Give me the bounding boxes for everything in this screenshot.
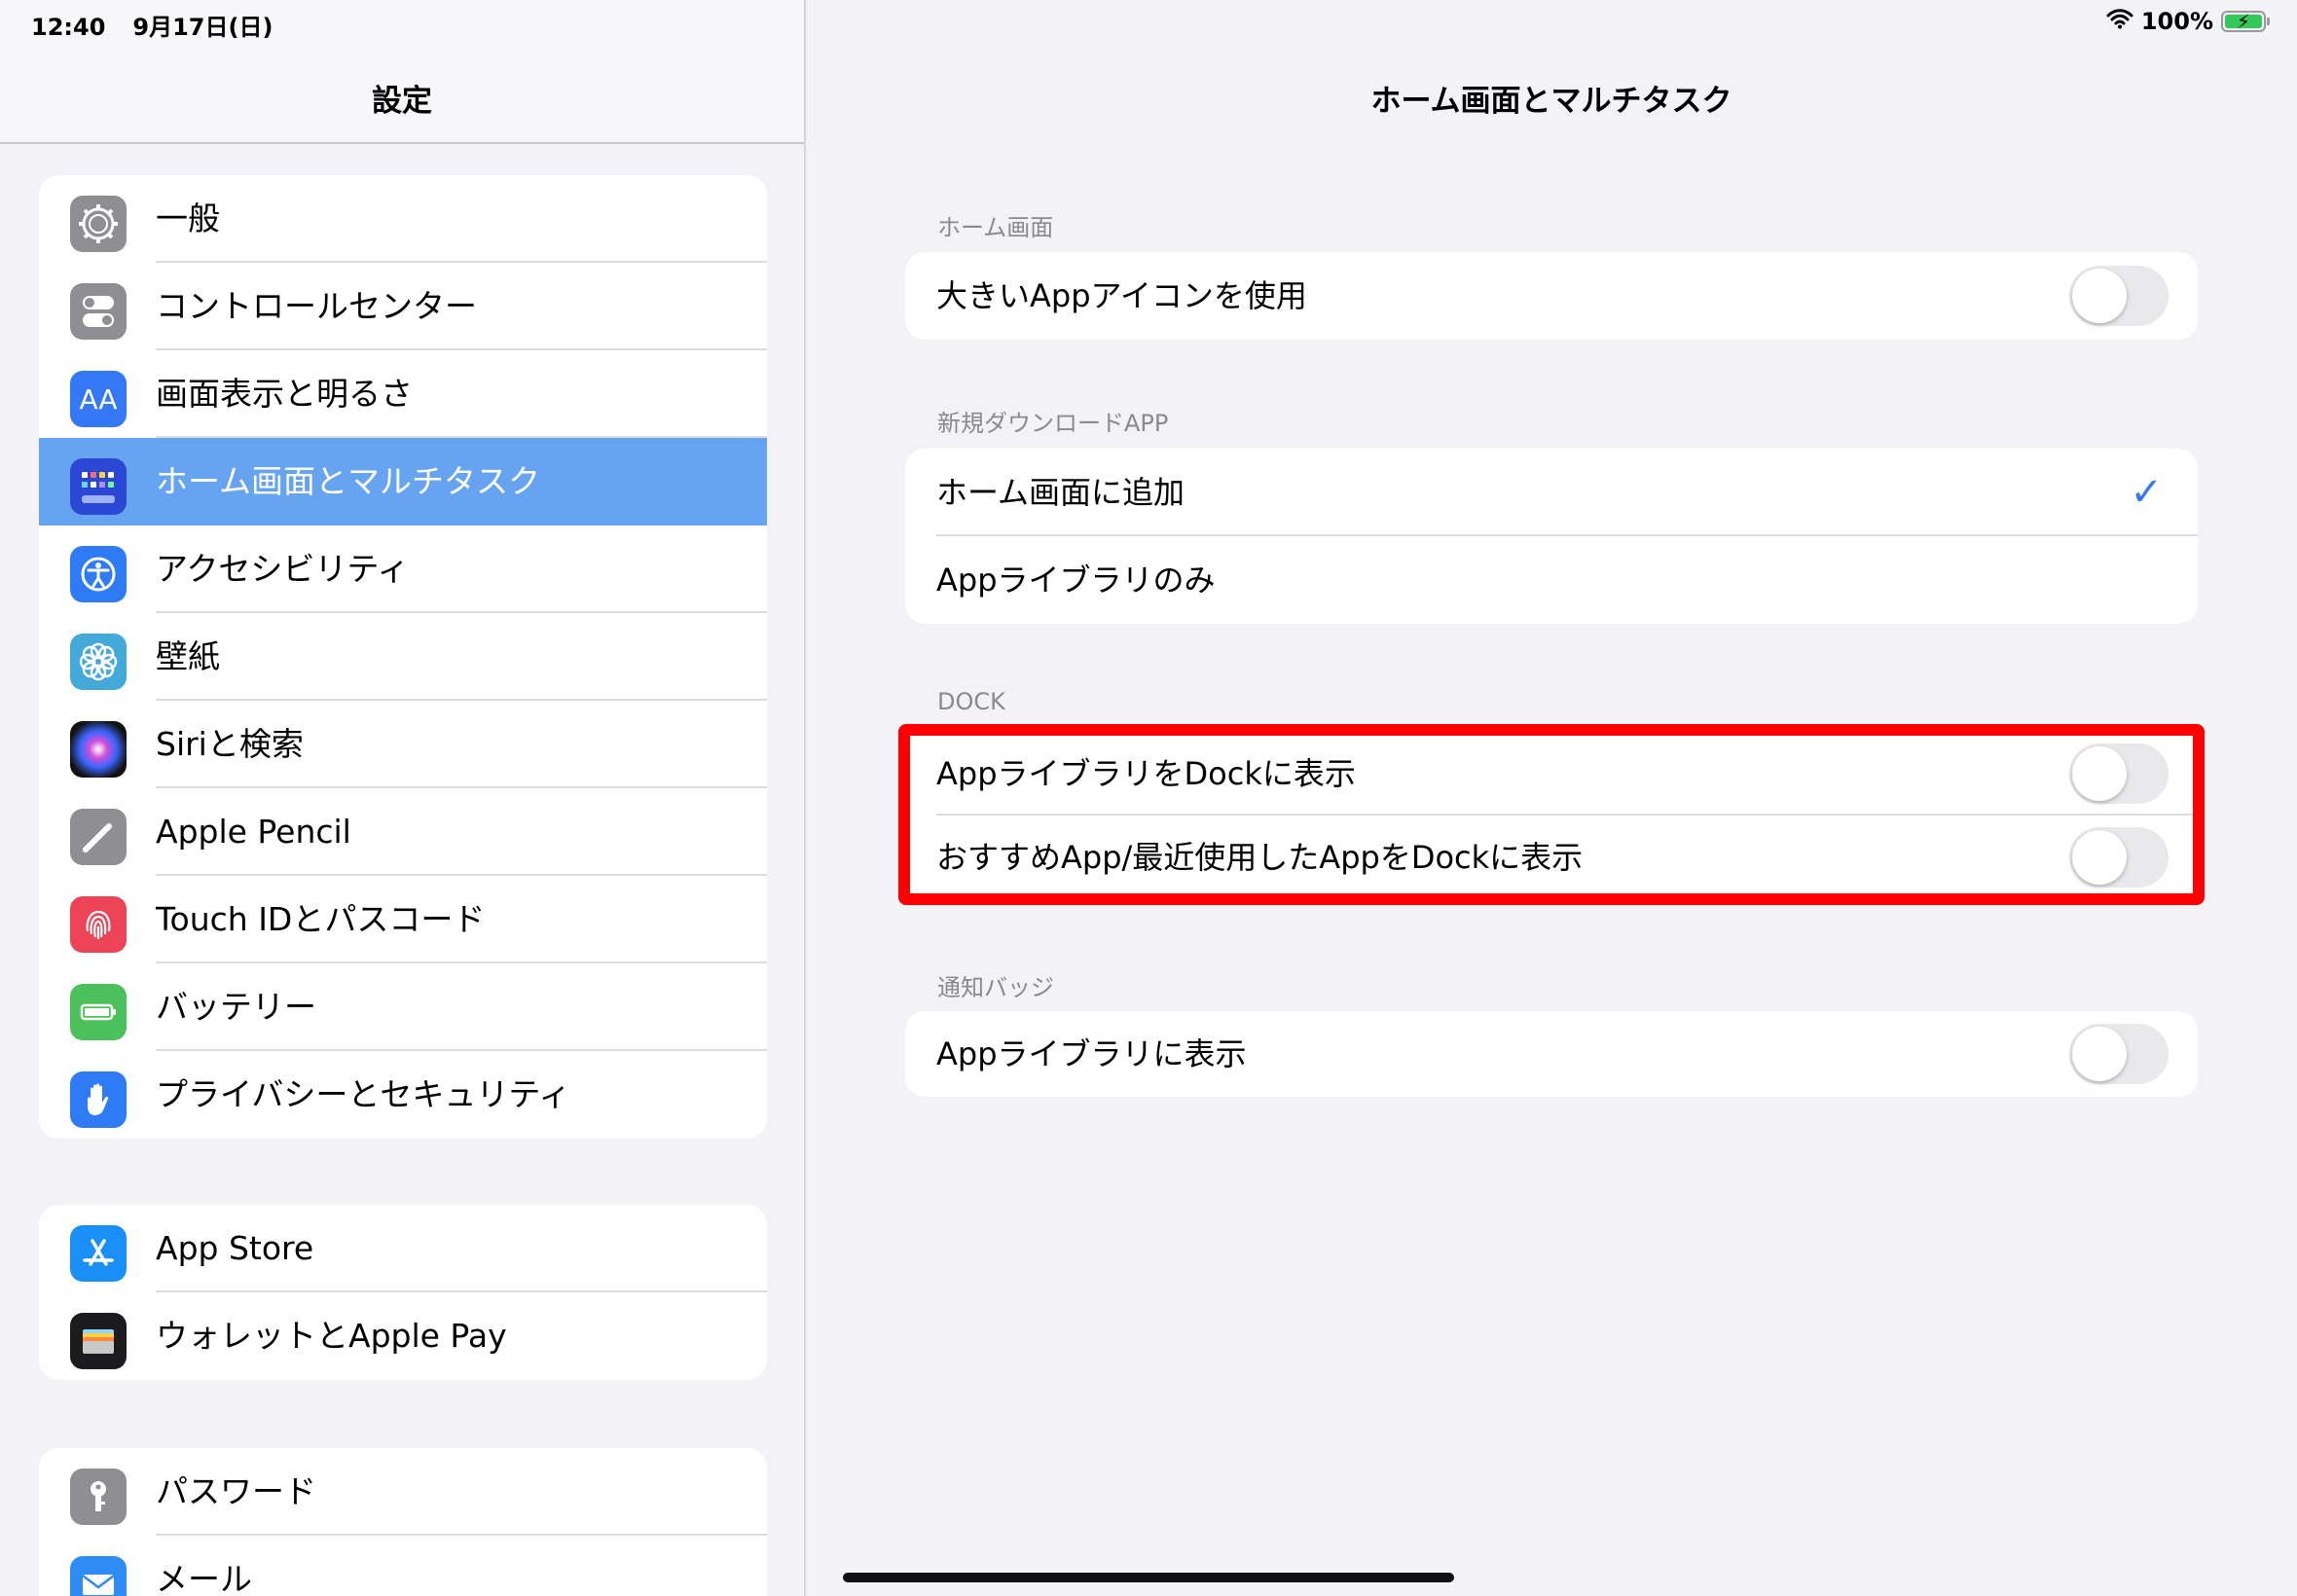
settings-group-main: 一般 コントロールセンター AA 画面表示と明るさ ホーム画面とマルチタスク ア… (39, 175, 767, 1139)
home-screen-card: 大きいAppアイコンを使用 (905, 252, 2198, 340)
status-time: 12:40 (31, 14, 106, 41)
large-app-icons-toggle[interactable] (2069, 266, 2169, 326)
fingerprint-icon (70, 896, 127, 953)
show-in-app-library-toggle[interactable] (2069, 1024, 2169, 1084)
wifi-icon (2106, 8, 2133, 35)
wallpaper-flower-icon (70, 634, 127, 690)
sidebar-item-label: Apple Pencil (156, 813, 351, 851)
sidebar-item-label: バッテリー (156, 988, 316, 1026)
sidebar-item-label: メール (156, 1560, 252, 1596)
charging-battery-icon: ⚡ (2221, 10, 2270, 33)
key-icon (70, 1469, 127, 1525)
section-header-home-screen: ホーム画面 (937, 214, 1054, 241)
sidebar-item-label: 壁紙 (156, 637, 220, 675)
sidebar-item-label: ホーム画面とマルチタスク (156, 462, 541, 500)
status-bar-right: 100% ⚡ (2106, 8, 2270, 35)
show-in-app-library-row: Appライブラリに表示 (905, 1011, 2198, 1097)
sidebar-item-label: ウォレットとApple Pay (156, 1317, 507, 1355)
gear-icon (70, 196, 127, 252)
sidebar-item-privacy-security[interactable]: プライバシーとセキュリティ (39, 1051, 767, 1139)
siri-icon (70, 721, 127, 778)
sidebar-item-label: プライバシーとセキュリティ (156, 1075, 571, 1113)
sidebar-item-battery[interactable]: バッテリー (39, 963, 767, 1051)
show-app-library-in-dock-toggle[interactable] (2069, 744, 2169, 804)
large-app-icons-row: 大きいAppアイコンを使用 (905, 252, 2198, 340)
sidebar-title: 設定 (372, 84, 432, 119)
sidebar-item-display-brightness[interactable]: AA 画面表示と明るさ (39, 350, 767, 438)
row-label: Appライブラリに表示 (936, 1035, 1247, 1072)
sidebar-header: 12:40 9月17日(日) 設定 (0, 0, 804, 144)
hand-icon (70, 1071, 127, 1128)
toggle-knob (2072, 746, 2127, 801)
app-library-only-option[interactable]: Appライブラリのみ (905, 536, 2198, 624)
battery-percent: 100% (2140, 8, 2213, 35)
sidebar-item-mail[interactable]: メール (39, 1536, 767, 1596)
sidebar-item-label: アクセシビリティ (156, 550, 410, 588)
sidebar-item-wallet-apple-pay[interactable]: ウォレットとApple Pay (39, 1292, 767, 1380)
wallet-icon (70, 1313, 127, 1369)
display-brightness-icon: AA (70, 371, 127, 427)
sidebar-item-passwords[interactable]: パスワード (39, 1448, 767, 1536)
sidebar-item-label: コントロールセンター (156, 287, 477, 325)
sidebar-item-label: パスワード (156, 1472, 316, 1510)
row-label: ホーム画面に追加 (936, 474, 1185, 511)
notification-badges-card: Appライブラリに表示 (905, 1011, 2198, 1097)
sidebar-item-wallpaper[interactable]: 壁紙 (39, 613, 767, 701)
section-header-notification-badges: 通知バッジ (937, 974, 1054, 1001)
show-app-library-in-dock-row: AppライブラリをDockに表示 (905, 732, 2198, 816)
sidebar-item-label: Touch IDとパスコード (156, 900, 486, 938)
sidebar-item-label: 画面表示と明るさ (156, 375, 413, 413)
home-indicator[interactable] (843, 1573, 1454, 1582)
toggle-knob (2072, 269, 2127, 323)
battery-icon (70, 984, 127, 1040)
section-header-dock: DOCK (937, 688, 1005, 715)
status-date: 9月17日(日) (132, 14, 273, 41)
home-screen-icon (70, 458, 127, 515)
detail-pane: 100% ⚡ ホーム画面とマルチタスク ホーム画面 大きいAppアイコンを使用 … (806, 0, 2297, 1596)
new-downloads-card: ホーム画面に追加 ✓ Appライブラリのみ (905, 449, 2198, 624)
app-store-icon (70, 1225, 127, 1282)
section-header-new-downloads: 新規ダウンロードAPP (937, 410, 1169, 437)
sidebar-item-app-store[interactable]: App Store (39, 1205, 767, 1292)
settings-sidebar: 12:40 9月17日(日) 設定 一般 コントロールセンター AA 画面表示と明… (0, 0, 806, 1596)
sidebar-item-siri-search[interactable]: Siriと検索 (39, 701, 767, 788)
row-label: 大きいAppアイコンを使用 (936, 277, 1307, 314)
sidebar-item-accessibility[interactable]: アクセシビリティ (39, 526, 767, 613)
sidebar-item-touch-id-passcode[interactable]: Touch IDとパスコード (39, 876, 767, 963)
control-center-icon (70, 283, 127, 340)
row-label: おすすめApp/最近使用したAppをDockに表示 (936, 839, 1584, 876)
row-label: Appライブラリのみ (936, 562, 1216, 598)
toggle-knob (2072, 1027, 2127, 1081)
pencil-icon (70, 809, 127, 865)
accessibility-icon (70, 546, 127, 602)
sidebar-item-general[interactable]: 一般 (39, 175, 767, 263)
status-bar-left: 12:40 9月17日(日) (31, 8, 273, 42)
sidebar-item-home-screen-multitasking[interactable]: ホーム画面とマルチタスク (39, 438, 767, 526)
dock-card: AppライブラリをDockに表示 おすすめApp/最近使用したAppをDockに… (905, 732, 2198, 899)
show-suggested-recent-apps-in-dock-row: おすすめApp/最近使用したAppをDockに表示 (905, 816, 2198, 899)
sidebar-item-control-center[interactable]: コントロールセンター (39, 263, 767, 350)
settings-group-store: App Store ウォレットとApple Pay (39, 1205, 767, 1380)
settings-group-accounts: パスワード メール (39, 1448, 767, 1596)
sidebar-item-apple-pencil[interactable]: Apple Pencil (39, 788, 767, 876)
sidebar-item-label: App Store (156, 1229, 314, 1267)
toggle-knob (2072, 830, 2127, 885)
add-to-home-screen-option[interactable]: ホーム画面に追加 ✓ (905, 449, 2198, 536)
sidebar-item-label: 一般 (156, 200, 220, 237)
mail-icon (70, 1556, 127, 1596)
checkmark-icon: ✓ (2130, 470, 2163, 515)
page-title: ホーム画面とマルチタスク (1370, 84, 1732, 119)
show-suggested-recent-apps-in-dock-toggle[interactable] (2069, 827, 2169, 888)
sidebar-item-label: Siriと検索 (156, 725, 304, 763)
row-label: AppライブラリをDockに表示 (936, 755, 1356, 792)
